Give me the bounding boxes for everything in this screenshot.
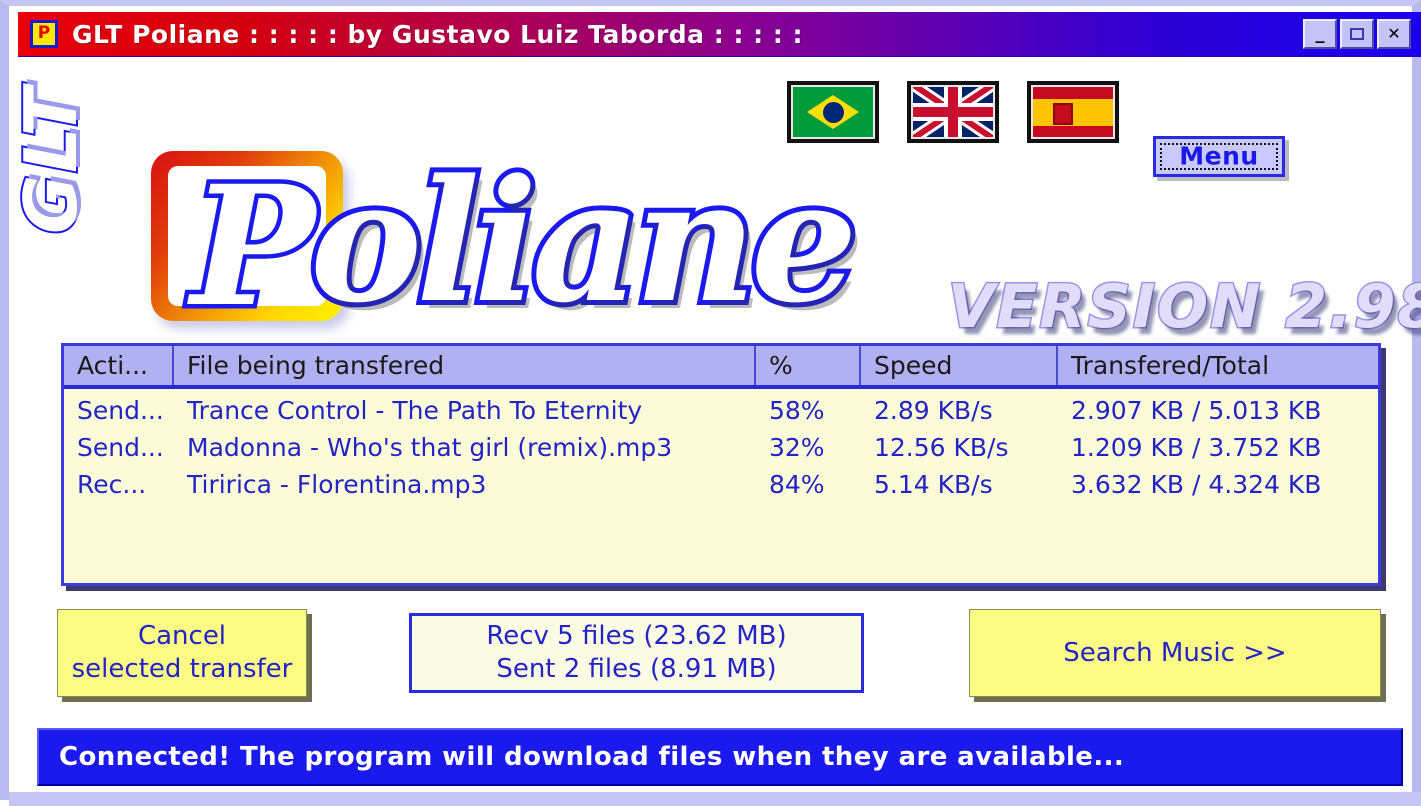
brazil-flag-globe bbox=[822, 101, 844, 123]
cell-file: Trance Control - The Path To Eternity bbox=[187, 396, 643, 425]
language-flags bbox=[787, 81, 1119, 143]
cell-action: Rec... bbox=[77, 470, 147, 499]
search-music-button[interactable]: Search Music >> bbox=[969, 609, 1381, 697]
menu-button[interactable]: Menu bbox=[1153, 136, 1285, 177]
uk-flag-icon[interactable] bbox=[907, 81, 999, 143]
spain-flag-bottom-band bbox=[1031, 125, 1115, 139]
column-header-total[interactable]: Transfered/Total bbox=[1058, 346, 1378, 385]
transfer-stats-panel: Recv 5 files (23.62 MB) Sent 2 files (8.… bbox=[409, 613, 864, 693]
app-icon: P bbox=[30, 20, 58, 48]
search-music-button-label: Search Music >> bbox=[1063, 637, 1287, 668]
maximize-icon bbox=[1350, 28, 1364, 40]
cell-action: Send... bbox=[77, 433, 164, 462]
status-message: Connected! The program will download fil… bbox=[59, 742, 1125, 772]
spain-flag-top-band bbox=[1031, 85, 1115, 99]
close-icon: ✕ bbox=[1387, 24, 1401, 43]
table-row[interactable]: Send... Trance Control - The Path To Ete… bbox=[64, 392, 1378, 429]
column-header-speed[interactable]: Speed bbox=[861, 346, 1058, 385]
cell-speed: 12.56 KB/s bbox=[874, 433, 1009, 462]
spain-flag-icon[interactable] bbox=[1027, 81, 1119, 143]
table-row[interactable]: Rec... Tiririca - Florentina.mp3 84% 5.1… bbox=[64, 466, 1378, 503]
stats-received: Recv 5 files (23.62 MB) bbox=[486, 621, 787, 651]
transfer-list-panel: Acti... File being transfered % Speed Tr… bbox=[61, 343, 1381, 586]
cell-percent: 32% bbox=[769, 433, 825, 462]
poliane-wordmark: oliane bbox=[305, 142, 863, 340]
column-header-file[interactable]: File being transfered bbox=[174, 346, 756, 385]
transfer-table-body: Send... Trance Control - The Path To Ete… bbox=[64, 389, 1378, 503]
stats-sent: Sent 2 files (8.91 MB) bbox=[496, 654, 777, 684]
cancel-button-label-line1: Cancel bbox=[137, 621, 227, 651]
cell-file: Tiririca - Florentina.mp3 bbox=[187, 470, 487, 499]
window-bottom-edge bbox=[9, 792, 1421, 806]
cell-percent: 58% bbox=[769, 396, 825, 425]
cell-total: 1.209 KB / 3.752 KB bbox=[1071, 433, 1322, 462]
column-header-action[interactable]: Acti... bbox=[64, 346, 174, 385]
version-label: VERSION 2.98 bbox=[946, 271, 1421, 344]
spain-flag-crest bbox=[1052, 103, 1073, 126]
transfer-table-header: Acti... File being transfered % Speed Tr… bbox=[64, 346, 1378, 389]
cell-speed: 5.14 KB/s bbox=[874, 470, 993, 499]
cancel-button-label-line2: selected transfer bbox=[71, 654, 293, 684]
brazil-flag-icon[interactable] bbox=[787, 81, 879, 143]
table-row[interactable]: Send... Madonna - Who's that girl (remix… bbox=[64, 429, 1378, 466]
glt-logo-text: GLT bbox=[7, 84, 95, 236]
branding-area: GLT P oliane Menu VERSION 2.98 bbox=[7, 63, 1421, 344]
cell-total: 3.632 KB / 4.324 KB bbox=[1071, 470, 1322, 499]
uk-flag-cross-red-v bbox=[948, 85, 958, 139]
window-controls: _ ✕ bbox=[1303, 19, 1411, 49]
cell-file: Madonna - Who's that girl (remix).mp3 bbox=[187, 433, 673, 462]
poliane-logo-box-inner bbox=[168, 166, 326, 306]
application-window: P GLT Poliane : : : : : by Gustavo Luiz … bbox=[0, 0, 1421, 806]
cancel-transfer-button[interactable]: Cancel selected transfer bbox=[57, 609, 307, 697]
close-button[interactable]: ✕ bbox=[1377, 19, 1411, 49]
minimize-button[interactable]: _ bbox=[1303, 19, 1337, 49]
cell-percent: 84% bbox=[769, 470, 825, 499]
cell-action: Send... bbox=[77, 396, 164, 425]
window-title: GLT Poliane : : : : : by Gustavo Luiz Ta… bbox=[72, 19, 804, 49]
cell-total: 2.907 KB / 5.013 KB bbox=[1071, 396, 1322, 425]
cell-speed: 2.89 KB/s bbox=[874, 396, 993, 425]
menu-button-label: Menu bbox=[1179, 141, 1259, 170]
maximize-button[interactable] bbox=[1340, 19, 1374, 49]
status-bar: Connected! The program will download fil… bbox=[37, 728, 1403, 786]
title-bar: P GLT Poliane : : : : : by Gustavo Luiz … bbox=[18, 12, 1421, 57]
column-header-percent[interactable]: % bbox=[756, 346, 861, 385]
app-icon-letter: P bbox=[37, 23, 51, 44]
minimize-icon: _ bbox=[1315, 23, 1325, 44]
